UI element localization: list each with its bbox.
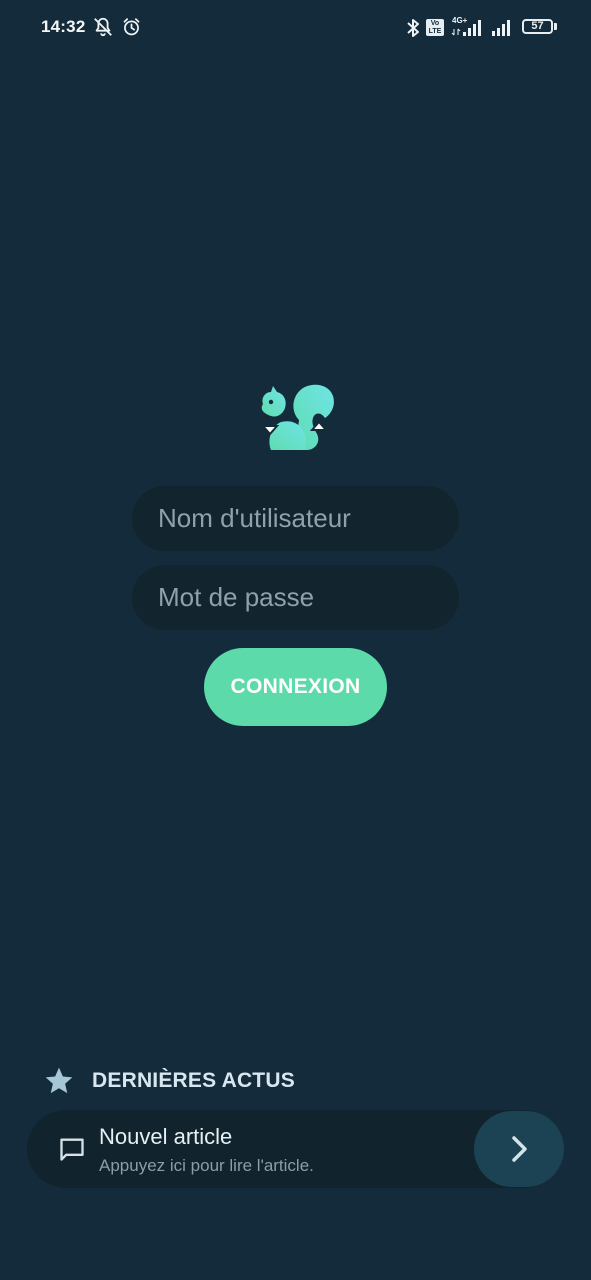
login-button[interactable]: CONNEXION xyxy=(204,648,387,726)
news-item-subtitle: Appuyez ici pour lire l'article. xyxy=(99,1156,314,1175)
status-time: 14:32 xyxy=(41,17,86,36)
signal-4g-icon: 4G+ xyxy=(451,16,481,36)
news-item-title: Nouvel article xyxy=(99,1124,233,1149)
news-section-title: DERNIÈRES ACTUS xyxy=(92,1069,295,1092)
login-screen: 14:32 Vo LTE 4G+ 57 Nom d'utilisateur CO… xyxy=(0,0,591,1280)
alarm-icon xyxy=(123,18,140,36)
battery-tip xyxy=(554,23,557,30)
battery-level: 57 xyxy=(531,20,544,32)
chevron-right-icon xyxy=(512,1136,527,1162)
chat-bubble-icon xyxy=(60,1138,84,1161)
status-bar: 14:32 Vo LTE 4G+ 57 xyxy=(0,0,591,56)
battery-icon: 57 xyxy=(522,19,553,34)
password-input[interactable] xyxy=(132,565,459,630)
username-input[interactable] xyxy=(132,486,459,551)
squirrel-icon xyxy=(260,384,334,450)
svg-text:4G+: 4G+ xyxy=(452,16,468,25)
signal-icon xyxy=(492,20,510,36)
news-next-button[interactable] xyxy=(474,1111,564,1187)
muted-bell-icon xyxy=(94,17,112,37)
star-icon xyxy=(45,1067,73,1094)
bluetooth-icon xyxy=(407,19,419,37)
volte-icon: Vo LTE xyxy=(426,19,444,36)
news-header: DERNIÈRES ACTUS xyxy=(43,1064,295,1098)
